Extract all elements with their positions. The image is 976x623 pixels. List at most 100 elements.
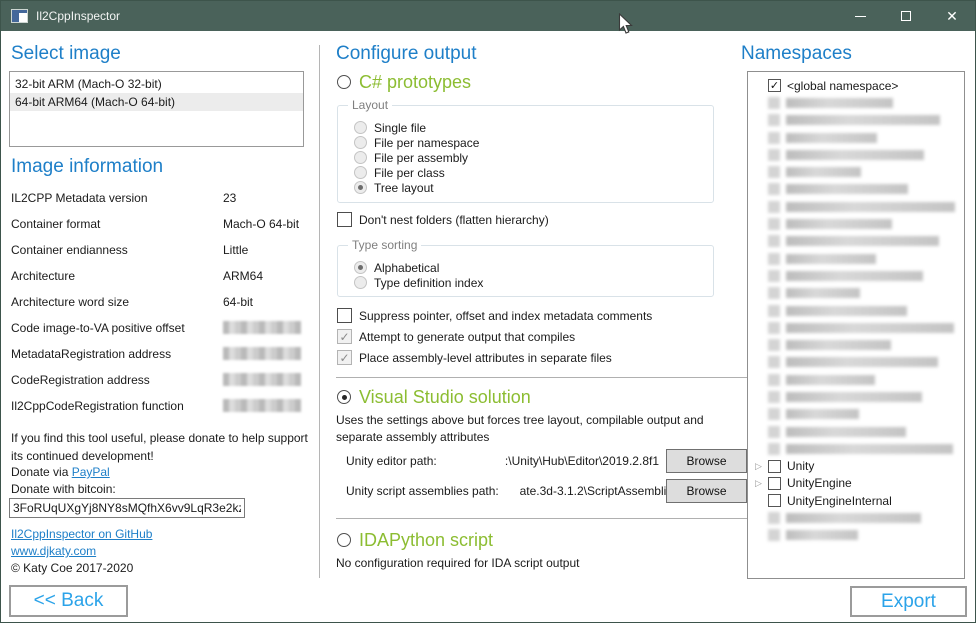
namespace-item[interactable] <box>748 146 964 163</box>
expander-icon[interactable]: ▷ <box>753 461 768 472</box>
namespace-checkbox[interactable] <box>768 494 781 507</box>
namespaces-tree[interactable]: <global namespace> ▷Unity▷UnityEngineUnit… <box>747 71 965 579</box>
namespace-label: <global namespace> <box>787 79 898 93</box>
layout-radio-option[interactable]: Tree layout <box>354 180 713 195</box>
checkbox-icon <box>768 183 780 195</box>
namespace-item[interactable] <box>748 440 964 457</box>
export-button[interactable]: Export <box>850 586 967 617</box>
namespace-item[interactable] <box>748 371 964 388</box>
checkbox-icon <box>768 97 780 109</box>
checkbox-icon <box>337 329 352 344</box>
checkbox-icon <box>337 350 352 365</box>
namespace-item[interactable] <box>748 406 964 423</box>
namespace-item[interactable] <box>748 163 964 180</box>
option-csharp-prototypes[interactable]: C# prototypes <box>337 73 471 91</box>
image-list[interactable]: 32-bit ARM (Mach-O 32-bit)64-bit ARM64 (… <box>9 71 304 147</box>
mouse-cursor <box>618 13 634 35</box>
namespace-item[interactable] <box>748 250 964 267</box>
namespace-item[interactable] <box>748 198 964 215</box>
close-button[interactable]: ✕ <box>929 1 975 31</box>
namespace-item[interactable] <box>748 181 964 198</box>
type-sorting-radio-option[interactable]: Type definition index <box>354 275 713 290</box>
donate-via-text: Donate via <box>11 465 72 479</box>
namespace-item[interactable] <box>748 285 964 302</box>
layout-radio-option[interactable]: Single file <box>354 120 713 135</box>
option-idapython[interactable]: IDAPython script <box>337 531 493 549</box>
redacted-text <box>786 513 921 523</box>
radio-icon <box>354 121 367 134</box>
namespace-item[interactable] <box>748 319 964 336</box>
flatten-checkbox-row[interactable]: Don't nest folders (flatten hierarchy) <box>337 212 549 227</box>
bitcoin-address-input[interactable] <box>9 498 245 518</box>
namespace-item[interactable] <box>748 267 964 284</box>
redacted-text <box>786 375 875 385</box>
checkbox-icon <box>768 391 780 403</box>
maximize-button[interactable] <box>883 1 929 31</box>
type-sorting-groupbox: Type sorting AlphabeticalType definition… <box>337 245 714 297</box>
redacted-text <box>786 202 955 212</box>
layout-radio-option[interactable]: File per class <box>354 165 713 180</box>
namespace-item[interactable] <box>748 388 964 405</box>
namespace-item[interactable] <box>748 423 964 440</box>
namespace-item[interactable]: <global namespace> <box>748 77 964 94</box>
namespace-item[interactable]: ▷UnityEngine <box>748 475 964 492</box>
namespace-item[interactable] <box>748 527 964 544</box>
checkbox-label: Don't nest folders (flatten hierarchy) <box>359 213 549 227</box>
namespace-item[interactable]: ▷Unity <box>748 458 964 475</box>
namespace-item[interactable] <box>748 215 964 232</box>
paypal-link[interactable]: PayPal <box>72 465 110 479</box>
namespace-item[interactable] <box>748 94 964 111</box>
website-link[interactable]: www.djkaty.com <box>11 544 96 558</box>
namespace-item[interactable] <box>748 509 964 526</box>
browse-editor-button[interactable]: Browse <box>666 449 747 473</box>
namespace-item[interactable] <box>748 302 964 319</box>
output-checkbox[interactable]: Suppress pointer, offset and index metad… <box>337 305 652 326</box>
type-sorting-radio-option[interactable]: Alphabetical <box>354 260 713 275</box>
namespace-item[interactable] <box>748 354 964 371</box>
radio-label: File per class <box>374 166 445 180</box>
namespace-item-redacted <box>768 287 860 299</box>
image-list-item[interactable]: 32-bit ARM (Mach-O 32-bit) <box>10 75 303 93</box>
browse-script-button[interactable]: Browse <box>666 479 747 503</box>
ida-label: IDAPython script <box>359 531 493 549</box>
redacted-text <box>786 133 877 143</box>
checkbox-icon <box>768 374 780 386</box>
minimize-icon <box>855 16 866 17</box>
vs-label: Visual Studio solution <box>359 388 531 406</box>
namespace-checkbox[interactable] <box>768 460 781 473</box>
redacted-text <box>786 98 893 108</box>
minimize-button[interactable] <box>837 1 883 31</box>
namespace-item[interactable] <box>748 336 964 353</box>
checkbox-icon <box>768 322 780 334</box>
output-checkbox[interactable]: Attempt to generate output that compiles <box>337 326 652 347</box>
namespace-checkbox[interactable] <box>768 79 781 92</box>
flatten-checkbox[interactable]: Don't nest folders (flatten hierarchy) <box>337 212 549 227</box>
redacted-text <box>786 530 858 540</box>
app-icon <box>11 9 28 23</box>
back-button[interactable]: << Back <box>9 585 128 617</box>
titlebar[interactable]: Il2CppInspector ✕ <box>1 1 975 31</box>
namespace-item[interactable] <box>748 233 964 250</box>
output-checkbox[interactable]: Place assembly-level attributes in separ… <box>337 347 652 368</box>
radio-label: File per assembly <box>374 151 468 165</box>
info-row: Container endiannessLittle <box>11 237 311 263</box>
namespace-checkbox[interactable] <box>768 477 781 490</box>
option-visual-studio[interactable]: Visual Studio solution <box>337 388 531 406</box>
namespaces-heading: Namespaces <box>741 43 852 65</box>
namespace-item-redacted <box>768 426 906 438</box>
expander-icon[interactable]: ▷ <box>753 478 768 489</box>
checkbox-icon <box>337 308 352 323</box>
image-list-item[interactable]: 64-bit ARM64 (Mach-O 64-bit) <box>10 93 303 111</box>
namespace-item-redacted <box>768 97 893 109</box>
layout-radio-option[interactable]: File per assembly <box>354 150 713 165</box>
namespace-item[interactable] <box>748 129 964 146</box>
namespace-item-redacted <box>768 305 907 317</box>
radio-label: Tree layout <box>374 181 434 195</box>
info-value-redacted <box>223 399 301 412</box>
namespace-item[interactable] <box>748 112 964 129</box>
github-link[interactable]: Il2CppInspector on GitHub <box>11 527 152 541</box>
namespace-item-redacted <box>768 374 875 386</box>
redacted-text <box>786 306 907 316</box>
layout-radio-option[interactable]: File per namespace <box>354 135 713 150</box>
namespace-item[interactable]: UnityEngineInternal <box>748 492 964 509</box>
